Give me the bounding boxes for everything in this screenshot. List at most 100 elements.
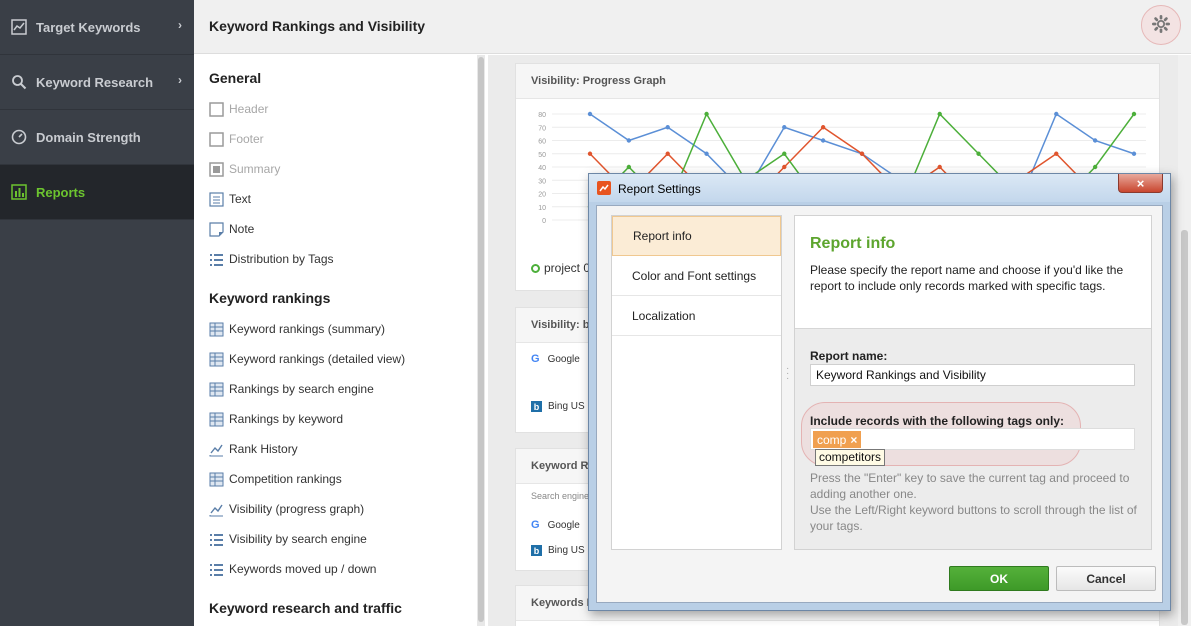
element-visibility-by-search-engine[interactable]: Visibility by search engine: [209, 530, 367, 548]
elements-scrollbar[interactable]: [477, 55, 485, 626]
google-icon: G: [531, 519, 540, 531]
engine-label: Bing US: [548, 545, 585, 556]
splitter-handle[interactable]: ···: [786, 364, 790, 386]
element-label: Competition rankings: [229, 472, 342, 486]
chart-legend: project 0: [531, 261, 590, 275]
section-title-general: General: [209, 70, 262, 86]
settings-button[interactable]: [1141, 5, 1181, 45]
tab-color-font-settings[interactable]: Color and Font settings: [612, 256, 781, 296]
series-point: [820, 138, 826, 143]
tab-report-info[interactable]: Report info: [612, 216, 781, 256]
y-tick-label: 70: [538, 125, 546, 132]
series-point: [665, 125, 670, 130]
element-competition-rankings[interactable]: Competition rankings: [209, 470, 342, 488]
element-keyword-rankings-summary[interactable]: Keyword rankings (summary): [209, 320, 385, 338]
hint-line-1: Press the "Enter" key to save the curren…: [810, 471, 1130, 501]
element-footer[interactable]: Footer: [209, 130, 264, 148]
element-summary[interactable]: Summary: [209, 160, 280, 178]
element-visibility-progress-graph[interactable]: Visibility (progress graph): [209, 500, 364, 518]
element-rankings-by-search-engine[interactable]: Rankings by search engine: [209, 380, 374, 398]
report-name-input[interactable]: [810, 364, 1135, 386]
series-point: [587, 151, 593, 156]
tag-suggestion[interactable]: competitors: [815, 449, 886, 466]
panel-description: Please specify the report name and choos…: [810, 263, 1124, 293]
section-title-keyword-rankings: Keyword rankings: [209, 290, 331, 306]
tag-chip[interactable]: comp ×: [813, 431, 862, 448]
tags-label: Include records with the following tags …: [810, 414, 1065, 428]
square-icon: [209, 161, 224, 177]
series-point: [937, 164, 942, 170]
element-label: Rankings by keyword: [229, 412, 344, 426]
nav-item-label: Target Keywords: [36, 19, 141, 35]
bar-chart-icon: [11, 184, 27, 200]
element-note[interactable]: Note: [209, 220, 254, 238]
engine-label: Google: [547, 353, 580, 365]
cancel-button[interactable]: Cancel: [1056, 566, 1156, 591]
close-button[interactable]: ×: [1118, 174, 1163, 193]
chevron-right-icon: ›: [178, 73, 182, 87]
report-elements-panel: General Header Footer Summary Text Note …: [194, 55, 476, 626]
dialog-titlebar[interactable]: Report Settings ×: [589, 174, 1170, 202]
series-point: [1131, 151, 1137, 156]
scrollbar-thumb[interactable]: [1181, 230, 1188, 625]
series-point: [626, 164, 632, 170]
left-nav: Target Keywords › Keyword Research › Dom…: [0, 0, 194, 626]
element-label: Keyword rankings (summary): [229, 322, 386, 336]
element-text[interactable]: Text: [209, 190, 251, 208]
tab-localization[interactable]: Localization: [612, 296, 781, 336]
preview-scrollbar[interactable]: [1178, 55, 1191, 626]
series-point: [587, 111, 593, 117]
element-label: Rankings by search engine: [229, 382, 374, 396]
y-tick-label: 10: [538, 205, 546, 212]
series-point: [820, 125, 826, 130]
series-point: [782, 164, 787, 170]
nav-item-label: Reports: [36, 184, 86, 200]
remove-tag-icon[interactable]: ×: [850, 433, 857, 447]
dialog-title: Report Settings: [618, 182, 701, 196]
element-keywords-moved[interactable]: Keywords moved up / down: [209, 560, 376, 578]
info-box: Report info Please specify the report na…: [795, 216, 1151, 329]
series-point: [704, 111, 709, 117]
text-icon: [209, 191, 224, 207]
tags-hint: Press the "Enter" key to save the curren…: [810, 470, 1145, 534]
ok-button[interactable]: OK: [949, 566, 1049, 591]
legend-marker-icon: [531, 263, 540, 273]
series-point: [782, 151, 787, 156]
element-header[interactable]: Header: [209, 100, 268, 118]
line-chart-icon: [11, 19, 27, 35]
element-rank-history[interactable]: Rank History: [209, 440, 298, 458]
series-point: [1054, 111, 1059, 117]
element-label: Visibility by search engine: [229, 532, 367, 546]
engine-label: Bing US: [548, 401, 585, 412]
y-tick-label: 40: [538, 165, 546, 172]
y-tick-label: 60: [538, 139, 546, 146]
line-chart-icon: [209, 442, 224, 457]
series-point: [626, 138, 632, 143]
scrollbar-thumb[interactable]: [478, 57, 484, 622]
report-app-icon: [597, 181, 611, 195]
element-label: Header: [229, 102, 269, 116]
element-rankings-by-keyword[interactable]: Rankings by keyword: [209, 410, 343, 428]
y-tick-label: 80: [538, 112, 546, 119]
bing-icon: b: [531, 401, 542, 412]
nav-item-keyword-research[interactable]: Keyword Research ›: [0, 55, 194, 110]
y-tick-label: 50: [538, 152, 546, 159]
series-point: [1092, 164, 1098, 170]
element-distribution-by-tags[interactable]: Distribution by Tags: [209, 250, 334, 268]
nav-item-reports[interactable]: Reports: [0, 165, 194, 220]
nav-item-domain-strength[interactable]: Domain Strength: [0, 110, 194, 165]
series-point: [859, 151, 865, 156]
tag-chip-label: comp: [817, 432, 847, 447]
gauge-icon: [11, 129, 27, 145]
nav-item-target-keywords[interactable]: Target Keywords ›: [0, 0, 194, 55]
element-label: Keywords moved up / down: [229, 562, 377, 576]
element-keyword-rankings-detailed[interactable]: Keyword rankings (detailed view): [209, 350, 405, 368]
engine-row-bing: b Bing US: [531, 401, 585, 412]
engine-row-google: G Google: [531, 519, 580, 531]
list-icon: [209, 252, 224, 267]
hint-line-2: Use the Left/Right keyword buttons to sc…: [810, 503, 1137, 533]
tags-input[interactable]: comp ×: [810, 428, 1135, 450]
settings-tab-list: Report info Color and Font settings Loca…: [611, 215, 782, 550]
dialog-body: Report info Color and Font settings Loca…: [596, 205, 1163, 603]
bing-icon: b: [531, 545, 542, 556]
